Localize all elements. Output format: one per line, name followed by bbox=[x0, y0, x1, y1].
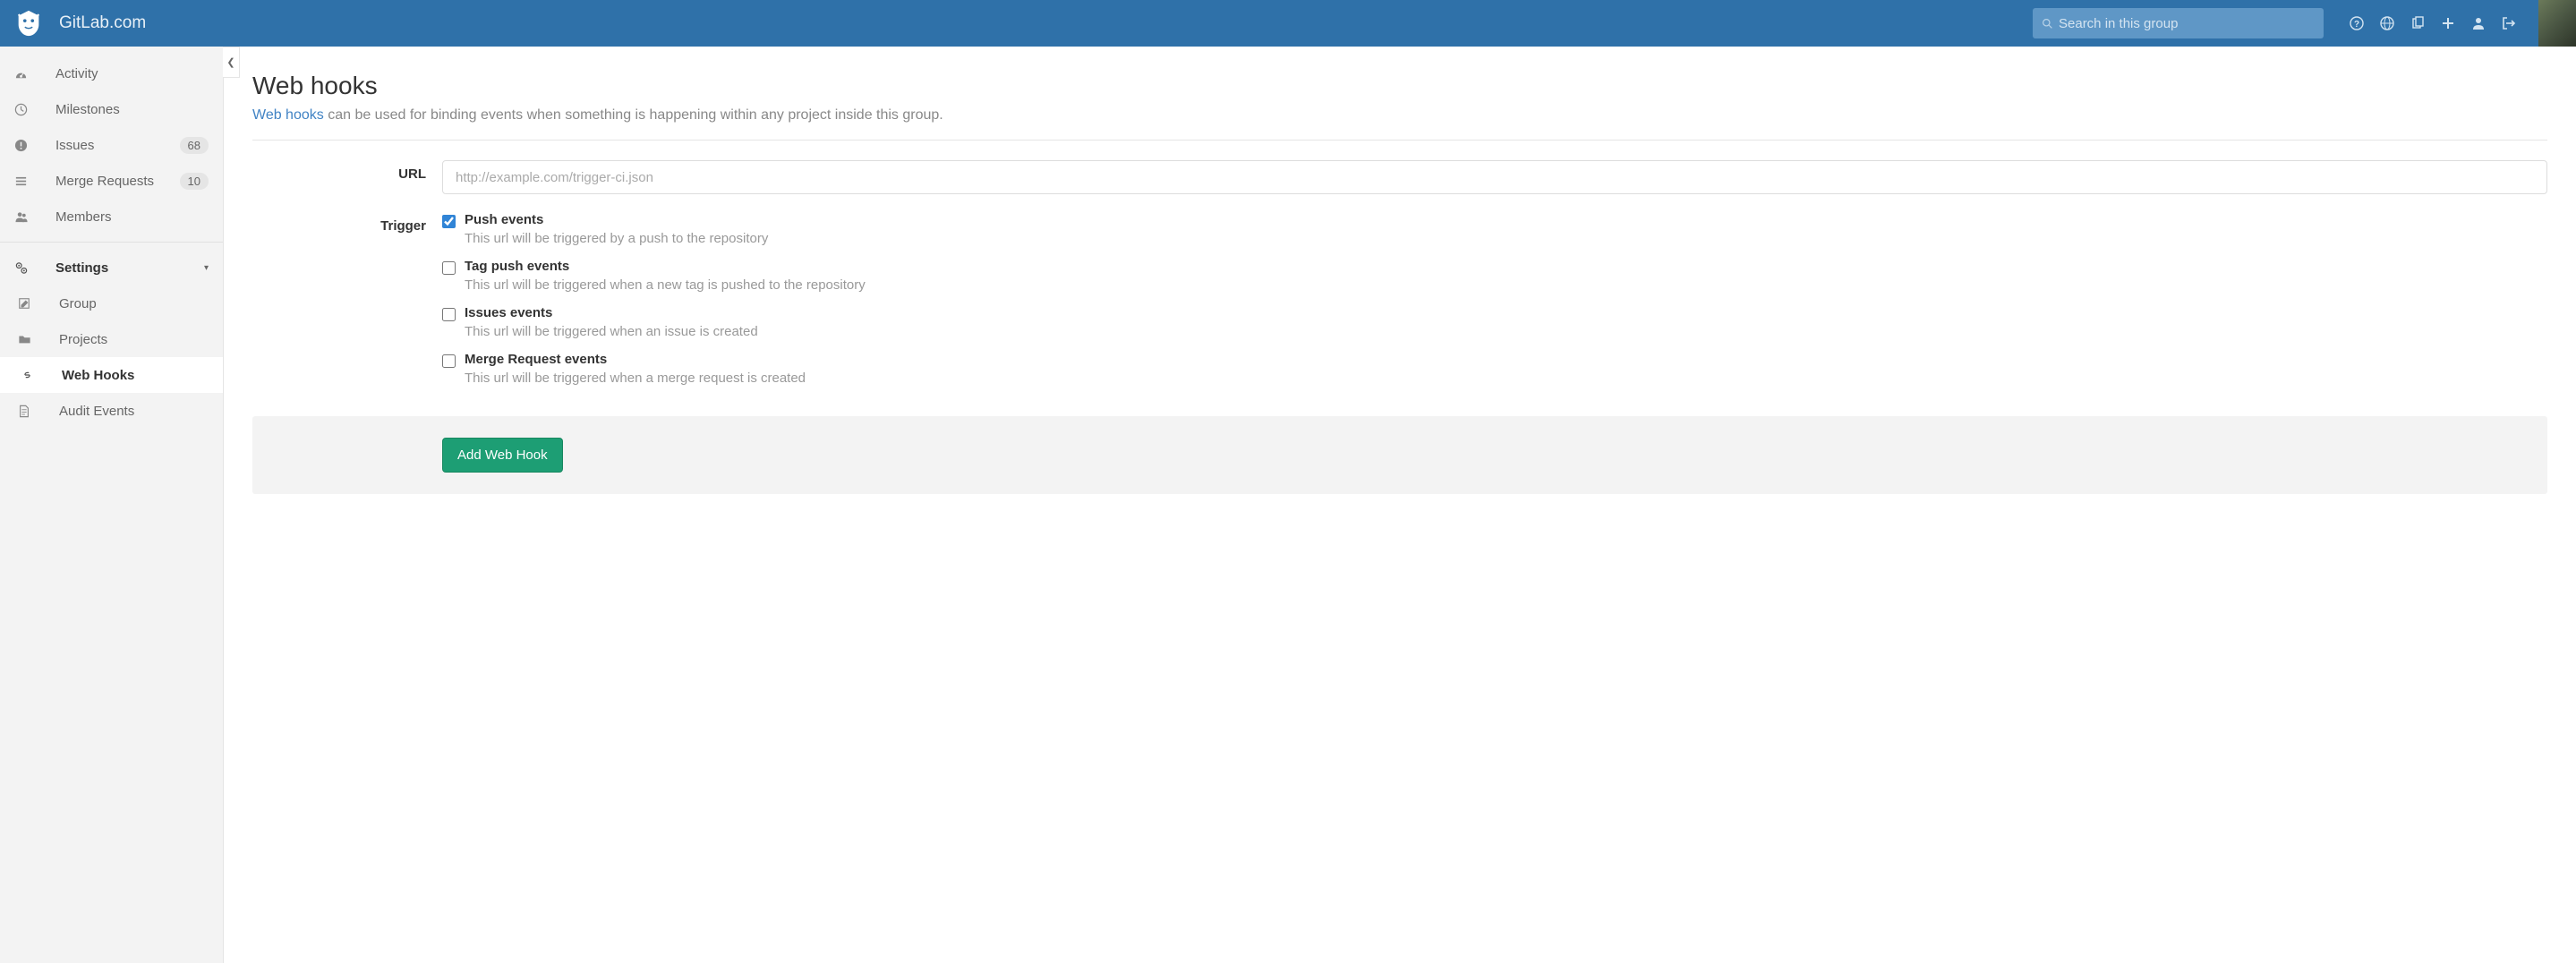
trigger-checkbox[interactable] bbox=[442, 354, 456, 368]
trigger-hint: This url will be triggered when a new ta… bbox=[465, 277, 866, 293]
chevron-down-icon: ▾ bbox=[204, 263, 209, 273]
sidebar-item-label: Merge Requests bbox=[55, 174, 180, 189]
merge-requests-badge: 10 bbox=[180, 173, 209, 190]
trigger-item: Merge Request events This url will be tri… bbox=[442, 352, 2547, 386]
brand-name[interactable]: GitLab.com bbox=[59, 13, 146, 33]
sidebar-item-label: Issues bbox=[55, 138, 180, 153]
url-label: URL bbox=[252, 160, 442, 194]
chevron-left-icon: ❮ bbox=[226, 56, 235, 68]
exclamation-icon bbox=[14, 139, 55, 152]
plus-icon[interactable] bbox=[2433, 8, 2463, 38]
dashboard-icon bbox=[14, 67, 55, 81]
sidebar-item-label: Members bbox=[55, 209, 209, 225]
sidebar: ❮ Activity Milestones Issues 68 Merge Re… bbox=[0, 47, 224, 963]
sidebar-item-milestones[interactable]: Milestones bbox=[0, 91, 223, 127]
globe-icon[interactable] bbox=[2372, 8, 2402, 38]
page-title: Web hooks bbox=[252, 72, 2547, 100]
sidebar-item-label: Settings bbox=[55, 260, 200, 276]
trigger-item: Issues events This url will be triggered … bbox=[442, 305, 2547, 339]
clock-icon bbox=[14, 103, 55, 116]
issues-badge: 68 bbox=[180, 137, 209, 154]
sidebar-item-label: Milestones bbox=[55, 102, 209, 117]
folder-icon bbox=[18, 333, 59, 345]
sidebar-item-label: Group bbox=[59, 296, 209, 311]
user-icon[interactable] bbox=[2463, 8, 2494, 38]
web-hooks-link[interactable]: Web hooks bbox=[252, 107, 324, 123]
sidebar-item-label: Web Hooks bbox=[62, 368, 209, 383]
main-content: Web hooks Web hooks can be used for bind… bbox=[224, 47, 2576, 963]
file-icon bbox=[18, 405, 59, 418]
sidebar-item-label: Projects bbox=[59, 332, 209, 347]
trigger-item: Tag push events This url will be triggere… bbox=[442, 259, 2547, 293]
avatar[interactable] bbox=[2538, 0, 2576, 47]
page-description-text: can be used for binding events when some… bbox=[324, 107, 943, 123]
url-input[interactable] bbox=[442, 160, 2547, 194]
trigger-label: Trigger bbox=[252, 212, 442, 398]
gears-icon bbox=[14, 261, 55, 275]
page-description: Web hooks can be used for binding events… bbox=[252, 107, 2547, 124]
edit-icon bbox=[18, 297, 59, 310]
add-web-hook-button[interactable]: Add Web Hook bbox=[442, 438, 563, 473]
sidebar-item-label: Activity bbox=[55, 66, 209, 81]
sidebar-item-issues[interactable]: Issues 68 bbox=[0, 127, 223, 163]
help-icon[interactable]: ? bbox=[2341, 8, 2372, 38]
header-icons: ? bbox=[2324, 8, 2531, 38]
trigger-hint: This url will be triggered when an issue… bbox=[465, 324, 758, 339]
trigger-item: Push events This url will be triggered by… bbox=[442, 212, 2547, 246]
users-icon bbox=[14, 210, 55, 224]
trigger-checkbox[interactable] bbox=[442, 308, 456, 321]
search-box[interactable] bbox=[2033, 8, 2324, 38]
signout-icon[interactable] bbox=[2494, 8, 2524, 38]
svg-text:?: ? bbox=[2354, 20, 2359, 30]
sidebar-item-web-hooks[interactable]: Web Hooks bbox=[0, 357, 223, 393]
header: GitLab.com ? bbox=[0, 0, 2576, 47]
trigger-title: Tag push events bbox=[465, 259, 866, 274]
trigger-title: Issues events bbox=[465, 305, 758, 320]
list-icon bbox=[14, 175, 55, 188]
trigger-checkbox[interactable] bbox=[442, 261, 456, 275]
trigger-checkbox[interactable] bbox=[442, 215, 456, 228]
sidebar-item-audit-events[interactable]: Audit Events bbox=[0, 393, 223, 429]
link-icon bbox=[21, 369, 62, 381]
sidebar-item-group[interactable]: Group bbox=[0, 285, 223, 321]
trigger-title: Push events bbox=[465, 212, 768, 227]
submit-area: Add Web Hook bbox=[252, 416, 2547, 494]
trigger-hint: This url will be triggered when a merge … bbox=[465, 371, 806, 386]
sidebar-item-projects[interactable]: Projects bbox=[0, 321, 223, 357]
collapse-sidebar-button[interactable]: ❮ bbox=[223, 47, 240, 78]
sidebar-item-label: Audit Events bbox=[59, 404, 209, 419]
gitlab-logo-icon[interactable] bbox=[13, 7, 45, 39]
sidebar-item-merge-requests[interactable]: Merge Requests 10 bbox=[0, 163, 223, 199]
search-icon bbox=[2042, 18, 2053, 30]
sidebar-item-settings[interactable]: Settings ▾ bbox=[0, 250, 223, 285]
trigger-hint: This url will be triggered by a push to … bbox=[465, 231, 768, 246]
sidebar-item-members[interactable]: Members bbox=[0, 199, 223, 234]
trigger-title: Merge Request events bbox=[465, 352, 806, 367]
files-icon[interactable] bbox=[2402, 8, 2433, 38]
sidebar-item-activity[interactable]: Activity bbox=[0, 55, 223, 91]
search-input[interactable] bbox=[2059, 16, 2315, 31]
